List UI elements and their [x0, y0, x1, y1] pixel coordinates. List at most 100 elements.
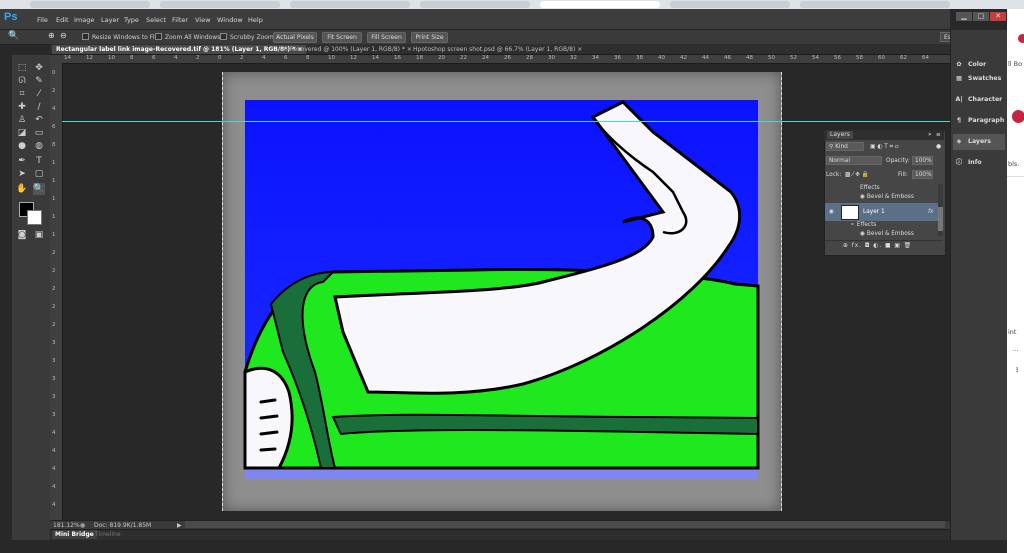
browser-tab [160, 1, 280, 8]
tab-hpotoshop-screenshot[interactable]: Hpotoshop screen shot.psd @ 66.7% (Layer… [409, 45, 586, 54]
move-tool-icon[interactable]: ✥ [33, 62, 45, 74]
zoom-all-checkbox[interactable]: Zoom All Windows [155, 33, 220, 41]
pen-tool-icon[interactable]: ✒ [16, 155, 28, 167]
gradient-tool-icon[interactable]: ▭ [33, 127, 45, 139]
document-canvas[interactable] [222, 72, 782, 511]
menu-filter[interactable]: Filter [172, 16, 188, 24]
marquee-tool-icon[interactable]: ⬚ [16, 62, 28, 74]
maximize-button[interactable]: □ [973, 12, 989, 21]
dock-label: Character [968, 96, 1003, 103]
dock-paragraph[interactable]: ¶ Paragraph [953, 113, 1005, 129]
crop-tool-icon[interactable]: ⌗ [16, 88, 28, 100]
minimize-button[interactable]: ▁ [956, 12, 972, 21]
quick-select-tool-icon[interactable]: ✎ [33, 75, 45, 87]
horizontal-scrollbar[interactable] [185, 521, 945, 528]
tab-rectangular-label[interactable]: Rectangular label link image-Recovered.t… [52, 45, 307, 54]
eye-icon: ◉ [860, 194, 866, 200]
bevel-emboss-effect[interactable]: ◉ Bevel & Emboss [860, 230, 914, 238]
ruler-tick-label: 50 [768, 55, 775, 61]
scrubby-zoom-checkbox[interactable]: Scrubby Zoom [220, 33, 274, 41]
fill-input[interactable]: 100% [912, 170, 933, 179]
background-color-swatch[interactable] [27, 210, 42, 225]
type-tool-icon[interactable]: T [33, 155, 45, 167]
ruler-tick-label: 26 [504, 55, 511, 61]
menu-image[interactable]: Image [74, 16, 94, 24]
menu-file[interactable]: File [37, 16, 48, 24]
tab-timeline[interactable]: Timeline [92, 530, 124, 539]
panel-menu-icon[interactable]: ≡ [936, 131, 941, 139]
dock-label: Paragraph [968, 117, 1005, 124]
zoom-tool-icon[interactable]: 🔍 [8, 31, 19, 41]
healing-tool-icon[interactable]: ✚ [16, 101, 28, 113]
dodge-tool-icon[interactable]: ◍ [33, 140, 45, 152]
menu-view[interactable]: View [195, 16, 210, 24]
dock-swatches[interactable]: ▦ Swatches [953, 71, 1005, 87]
filter-toggle-icon[interactable]: ● [936, 143, 941, 151]
lasso-tool-icon[interactable]: ᘏ [16, 75, 28, 87]
brush-tool-icon[interactable]: ∕ [33, 101, 45, 113]
bleed-divider [1007, 176, 1024, 177]
ruler-tick-label: 30 [548, 55, 555, 61]
fx-icon[interactable]: fx [928, 208, 933, 216]
zoom-tool-icon[interactable]: 🔍 [33, 183, 45, 195]
collapse-panel-icon[interactable]: » [928, 131, 932, 139]
kind-filter-select[interactable]: ⚲ Kind [826, 142, 864, 151]
ruler-origin[interactable] [50, 55, 62, 63]
menu-layer[interactable]: Layer [101, 16, 119, 24]
photoshop-logo: Ps [4, 11, 18, 23]
layer-visibility-eye-icon[interactable]: ◉ [829, 208, 834, 216]
layers-scroll-thumb[interactable] [938, 207, 943, 231]
actual-pixels-button[interactable]: Actual Pixels [273, 32, 317, 43]
path-select-tool-icon[interactable]: ➤ [16, 168, 28, 180]
lock-icons[interactable]: ▩ ⁄ ✥ 🔒 [845, 171, 869, 179]
blur-tool-icon[interactable]: ● [16, 140, 28, 152]
close-button[interactable]: ✕ [990, 12, 1006, 21]
filter-icons[interactable]: ▣ ◐ T ⌗ ▫ [870, 143, 899, 151]
browser-tab [290, 1, 410, 8]
tab-un-recovered[interactable]: un-Recovered @ 100% (Layer 1, RGB/8) * × [276, 45, 416, 54]
effects-label[interactable]: ⚬ Effects [850, 221, 876, 229]
dock-label: Layers [968, 138, 991, 145]
menu-window[interactable]: Window [217, 16, 243, 24]
resize-windows-checkbox[interactable]: Resize Windows to Fit [82, 33, 157, 41]
stamp-tool-icon[interactable]: ♙ [16, 114, 28, 126]
screen-mode-icon[interactable]: ▣ [33, 229, 45, 241]
ruler-tick-label: 12 [350, 55, 357, 61]
dock-character[interactable]: A| Character [953, 92, 1005, 108]
bevel-emboss-top[interactable]: ◉ Bevel & Emboss [860, 193, 914, 201]
menu-select[interactable]: Select [146, 16, 166, 24]
blend-mode-select[interactable]: Normal [826, 156, 882, 165]
zoom-out-icon[interactable]: ⊖ [60, 31, 67, 40]
menu-help[interactable]: Help [248, 16, 263, 24]
quick-mask-icon[interactable]: ◙ [16, 229, 28, 241]
history-brush-tool-icon[interactable]: ↶ [33, 114, 45, 126]
layers-panel-title[interactable]: Layers [827, 131, 853, 139]
zoom-in-icon[interactable]: ⊕ [48, 31, 55, 40]
tab-mini-bridge[interactable]: Mini Bridge [52, 530, 97, 539]
layers-footer-icons[interactable]: ⊕ fx. ◘ ◐. ■ ▣ 🗑 [843, 242, 912, 250]
menu-type[interactable]: Type [124, 16, 139, 24]
shape-tool-icon[interactable]: ▢ [33, 168, 45, 180]
fit-screen-button[interactable]: Fit Screen [322, 32, 362, 43]
layer-thumbnail[interactable] [841, 205, 859, 220]
ruler-tick-label: 40 [658, 55, 665, 61]
eraser-tool-icon[interactable]: ◪ [16, 127, 28, 139]
eyedropper-tool-icon[interactable]: ⁄ [33, 88, 45, 100]
close-tab-icon[interactable]: × [577, 46, 582, 53]
dock-layers[interactable]: ◈ Layers [953, 134, 1005, 150]
bleed-text: int [1008, 328, 1017, 336]
print-size-button[interactable]: Print Size [411, 32, 448, 43]
layer-name[interactable]: Layer 1 [863, 208, 885, 216]
ruler-tick-label: 4 [174, 55, 178, 61]
background-browser-page [1007, 9, 1024, 553]
ruler-tick-label: 1 [52, 214, 56, 220]
ruler-tick-label: 4 [52, 106, 56, 112]
fill-screen-button[interactable]: Fill Screen [367, 32, 406, 43]
menu-edit[interactable]: Edit [56, 16, 69, 24]
ruler-tick-label: 12 [86, 55, 93, 61]
opacity-input[interactable]: 100% [912, 156, 933, 165]
dock-info[interactable]: ⓘ Info [953, 155, 1005, 171]
hand-tool-icon[interactable]: ✋ [16, 183, 28, 195]
more-vertical-icon: ⋮ [1014, 366, 1021, 374]
guide-line[interactable] [62, 121, 950, 122]
